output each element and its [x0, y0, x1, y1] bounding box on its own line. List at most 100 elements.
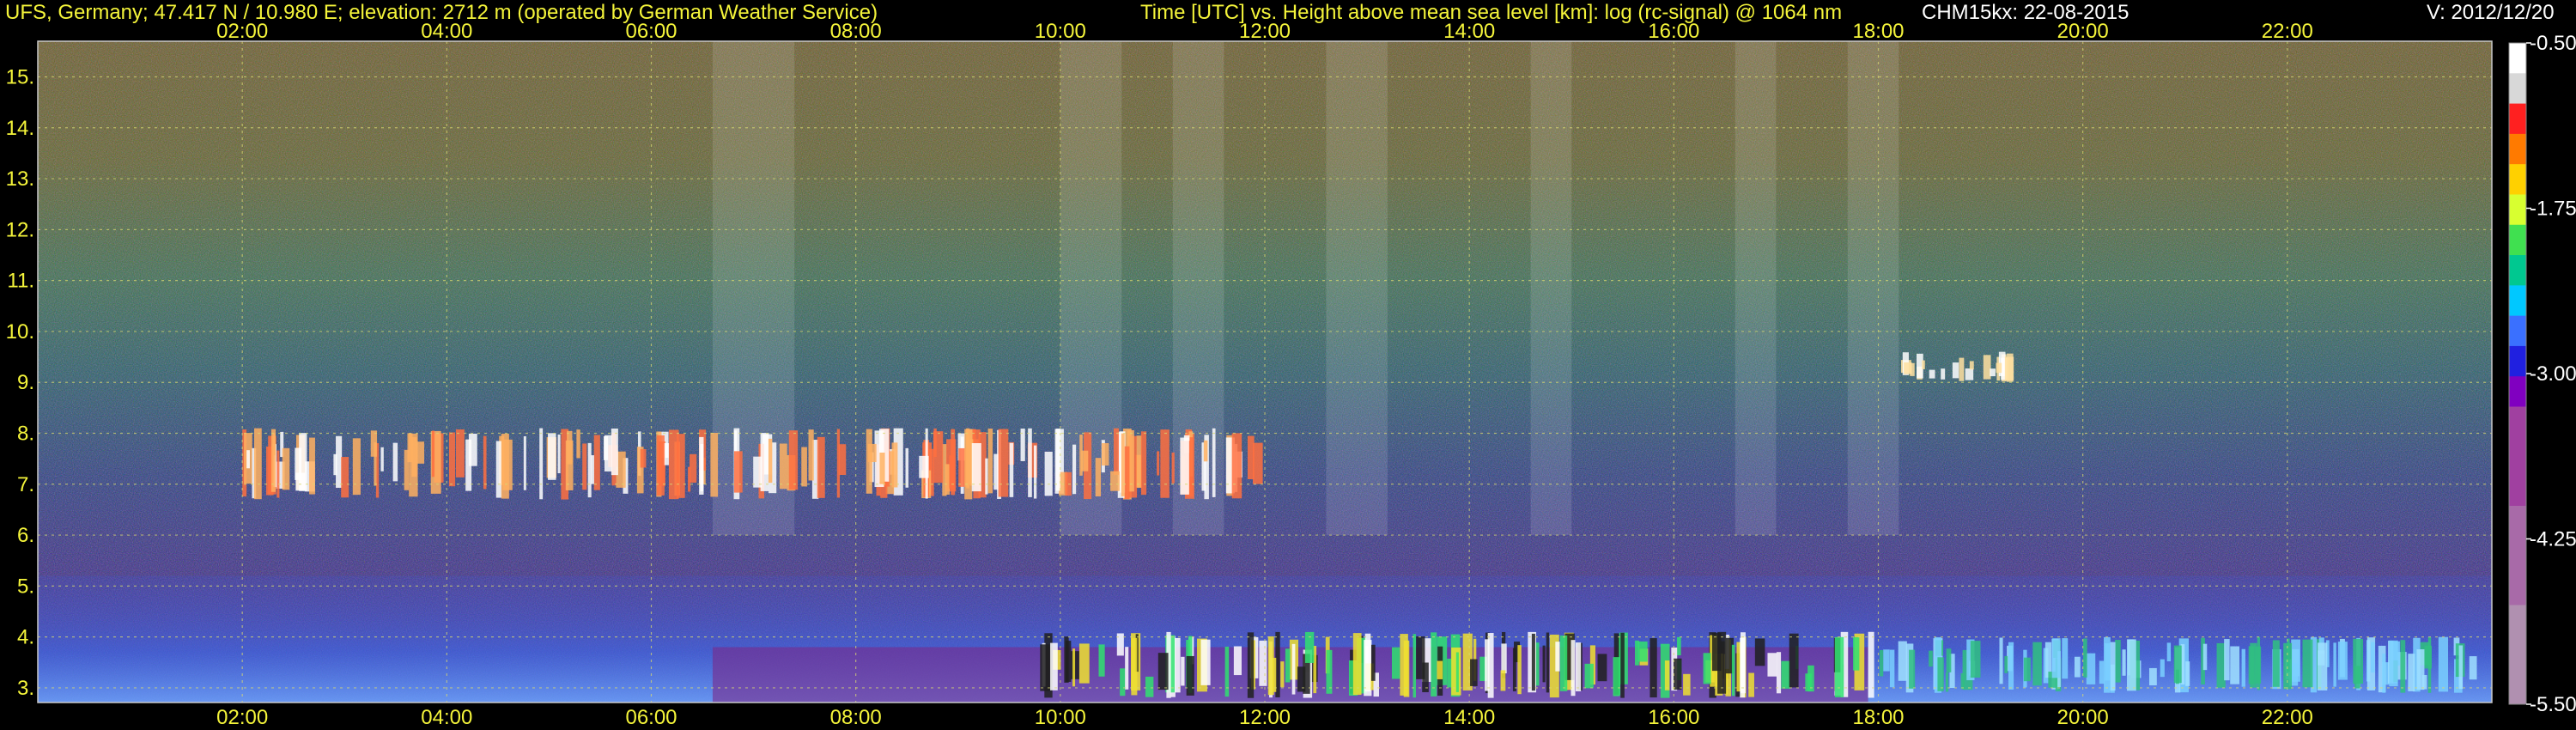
feature-mark	[2272, 640, 2280, 687]
x-tick-label-top: 22:00	[2262, 20, 2313, 43]
colorbar-segment	[2509, 255, 2526, 286]
feature-mark	[2166, 642, 2172, 662]
x-tick-label-top: 14:00	[1443, 20, 1495, 43]
feature-mark	[1326, 649, 1333, 694]
y-tick-label: 9.	[17, 371, 34, 394]
feature-mark	[1040, 644, 1050, 691]
feature-mark	[468, 433, 477, 466]
feature-mark	[1904, 362, 1912, 374]
feature-mark	[448, 432, 456, 487]
feature-mark	[431, 430, 435, 478]
feature-mark	[998, 429, 1009, 497]
feature-mark	[1081, 450, 1089, 471]
feature-mark	[593, 435, 600, 490]
feature-mark	[2337, 642, 2348, 680]
feature-mark	[1731, 644, 1735, 697]
feature-mark	[1960, 672, 1965, 690]
feature-mark	[1584, 663, 1594, 689]
feature-mark	[2185, 661, 2190, 686]
signal-streak	[1530, 41, 1572, 536]
feature-mark	[2302, 639, 2313, 688]
y-tick-label: 15.	[6, 65, 34, 88]
feature-mark	[567, 430, 573, 465]
feature-mark	[1212, 428, 1216, 497]
y-tick-label: 10.	[6, 320, 34, 344]
feature-mark	[1929, 650, 1933, 667]
feature-mark	[966, 428, 970, 489]
feature-mark	[1501, 643, 1507, 674]
feature-mark	[2389, 640, 2398, 687]
feature-mark	[1291, 643, 1296, 695]
feature-mark	[2202, 643, 2208, 671]
feature-mark	[1352, 633, 1362, 696]
x-tick-label-top: 16:00	[1648, 20, 1699, 43]
feature-mark	[1009, 442, 1014, 497]
feature-mark	[1959, 357, 1965, 381]
feature-mark	[1224, 646, 1230, 697]
y-tick-label: 12.	[6, 218, 34, 241]
feature-mark	[2062, 638, 2069, 679]
feature-mark	[1990, 368, 1996, 377]
feature-mark	[1711, 633, 1722, 672]
feature-mark	[276, 450, 280, 498]
feature-mark	[2241, 648, 2245, 687]
y-tick-label: 14.	[6, 117, 34, 140]
colorbar-segment	[2509, 224, 2526, 256]
feature-mark	[768, 438, 773, 484]
colorbar-ticks: -0.50 -1.75 -3.00 -4.25 -5.50	[2526, 32, 2576, 716]
colorbar-segment	[2509, 605, 2526, 705]
feature-mark	[891, 442, 898, 488]
feature-mark	[2248, 646, 2255, 684]
feature-mark	[1095, 458, 1102, 496]
feature-mark	[1637, 641, 1648, 662]
feature-mark	[380, 447, 384, 471]
feature-mark	[591, 455, 594, 484]
colorbar-tick-label: -0.50	[2530, 32, 2576, 55]
feature-mark	[1937, 657, 1944, 691]
feature-mark	[1576, 642, 1582, 691]
feature-mark	[455, 429, 465, 478]
feature-mark	[2004, 356, 2014, 381]
y-tick-label: 8.	[17, 422, 34, 445]
signal-streak	[1326, 41, 1388, 536]
feature-mark	[1929, 369, 1935, 379]
feature-mark	[1447, 658, 1452, 688]
feature-mark	[690, 453, 697, 484]
colorbar-segment	[2509, 285, 2526, 317]
x-tick-label-top: 06:00	[625, 20, 677, 43]
feature-mark	[333, 453, 337, 476]
feature-mark	[1101, 442, 1109, 466]
feature-mark	[2122, 649, 2126, 676]
feature-mark	[582, 443, 587, 490]
feature-mark	[1898, 641, 1907, 681]
feature-mark	[2104, 636, 2111, 693]
feature-mark	[1455, 652, 1459, 692]
feature-mark	[1613, 657, 1620, 697]
feature-mark	[253, 428, 262, 500]
feature-mark	[1683, 673, 1691, 696]
feature-mark	[788, 430, 799, 490]
feature-mark	[1078, 643, 1090, 684]
feature-mark	[1055, 429, 1060, 491]
feature-mark	[1941, 368, 1946, 380]
feature-mark	[611, 428, 618, 476]
feature-mark	[879, 453, 885, 484]
colorbar-segment	[2509, 315, 2526, 347]
feature-mark	[1542, 645, 1546, 683]
feature-mark	[576, 429, 580, 459]
feature-mark	[1285, 648, 1291, 683]
feature-mark	[282, 447, 290, 490]
x-tick-label-bottom: 18:00	[1852, 706, 1904, 729]
feature-mark	[2127, 639, 2136, 691]
feature-mark	[2333, 642, 2336, 687]
feature-mark	[1280, 661, 1285, 688]
colorbar-segment	[2509, 133, 2526, 165]
x-tick-label-top: 20:00	[2057, 20, 2109, 43]
feature-mark	[1559, 636, 1568, 691]
feature-mark	[1171, 452, 1175, 484]
feature-mark	[1946, 648, 1952, 672]
y-tick-label: 11.	[7, 270, 34, 293]
colorbar	[2508, 42, 2527, 705]
feature-mark	[1789, 633, 1799, 688]
feature-mark	[985, 458, 988, 495]
